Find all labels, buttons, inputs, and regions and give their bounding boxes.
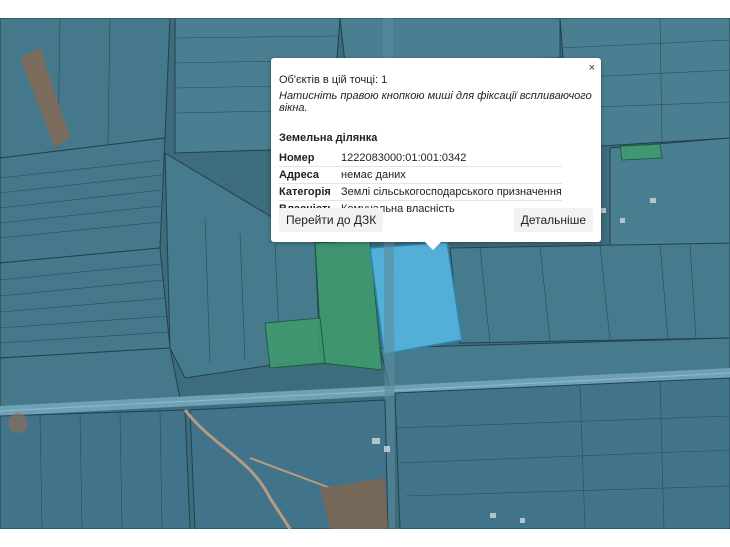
popup-actions: Перейти до ДЗК Детальніше (279, 208, 593, 232)
circular-field (8, 413, 28, 433)
pin-hint: Натисніть правою кнопкою миші для фіксац… (279, 90, 592, 114)
table-row: Номер 1222083000:01:001:0342 (279, 150, 562, 167)
parcel-group-northwest[interactable] (0, 18, 181, 411)
details-button[interactable]: Детальніше (513, 208, 593, 232)
attribute-table: Номер 1222083000:01:001:0342 Адреса нема… (279, 150, 562, 217)
popup-pointer (424, 241, 442, 250)
go-to-dzk-button[interactable]: Перейти до ДЗК (279, 208, 384, 232)
attr-key: Номер (279, 150, 341, 167)
table-row: Категорія Землі сільськогосподарського п… (279, 183, 562, 201)
section-title: Земельна ділянка (279, 132, 378, 144)
attr-key: Адреса (279, 166, 341, 184)
close-icon[interactable]: × (589, 62, 595, 74)
selected-parcel[interactable] (369, 241, 463, 355)
attr-value: 1222083000:01:001:0342 (341, 150, 562, 167)
attr-value: Землі сільськогосподарського призначення (341, 183, 562, 201)
object-count: Об'єктів в цій точці: 1 (279, 74, 388, 86)
attr-value: немає даних (341, 166, 562, 184)
feature-info-popup[interactable]: × Об'єктів в цій точці: 1 Натисніть прав… (271, 58, 601, 250)
table-row: Адреса немає даних (279, 166, 562, 184)
attr-key: Категорія (279, 183, 341, 201)
